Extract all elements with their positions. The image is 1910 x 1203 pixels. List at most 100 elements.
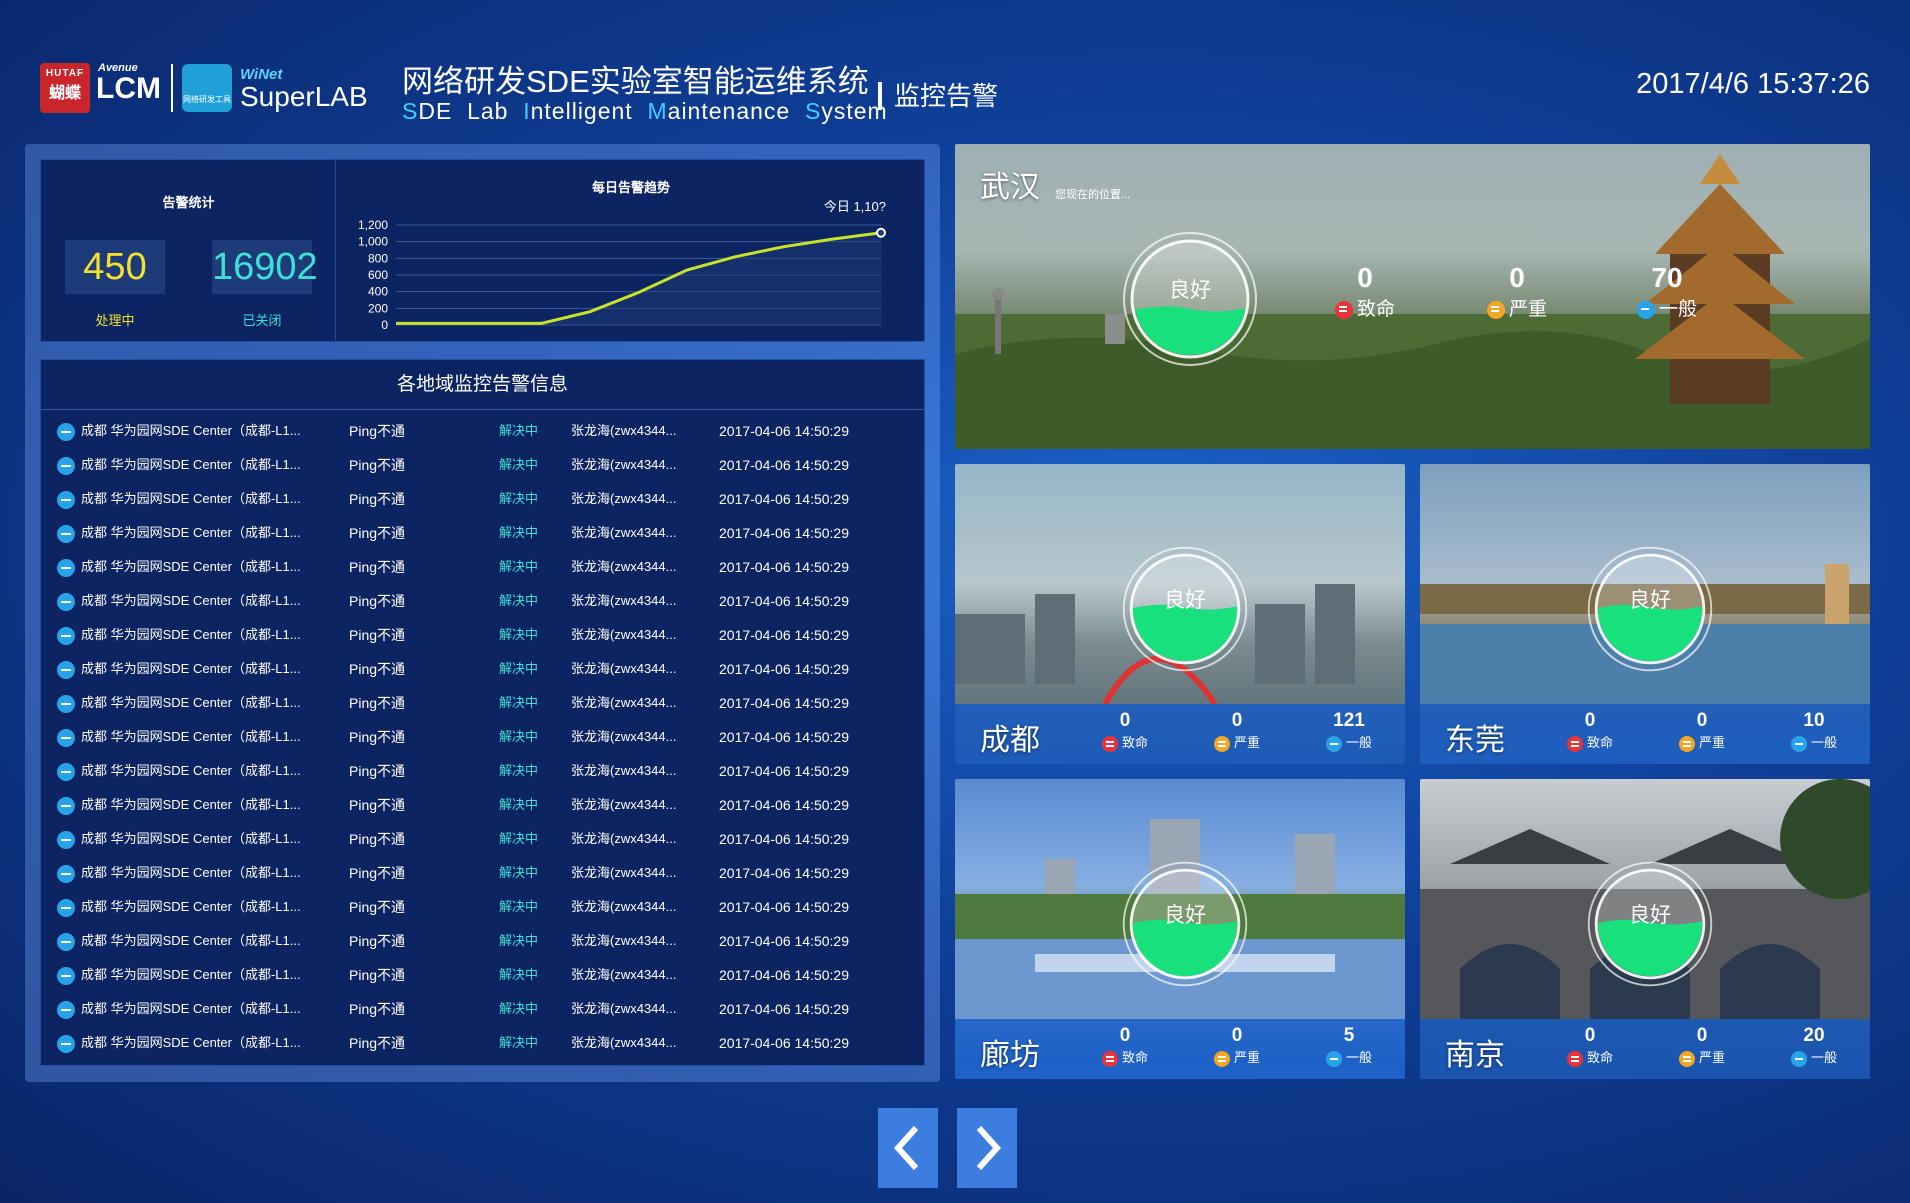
alarm-type: Ping不通 [349,525,406,541]
page-name: 监控告警 [878,82,998,110]
alarm-owner: 张龙海(zwx4344... [571,457,677,472]
serious-stat-nanjing[interactable]: 0 严重 [1672,1025,1732,1067]
health-status-wuhan: 良好 [1169,279,1211,302]
y-tick-label: 1,000 [358,235,388,249]
health-gauge-chengdu: 良好 [1120,544,1250,674]
normal-level-icon [57,491,75,509]
health-gauge-nanjing: 良好 [1585,859,1715,989]
alarm-row[interactable]: 成都 华为园网SDE Center（成都-L1... Ping不通 解决中 张龙海(z… [41,482,924,516]
alarm-row[interactable]: 成都 华为园网SDE Center（成都-L1... Ping不通 解决中 张龙海(z… [41,1026,924,1060]
winet-logo-mark: 网络研发工具 [182,64,232,112]
serious-stat-wuhan[interactable]: 0 严重 [1472,262,1562,321]
alarm-location: 成都 华为园网SDE Center（成都-L1... [81,899,301,914]
next-page-button[interactable] [957,1108,1017,1188]
alarm-row[interactable]: 成都 华为园网SDE Center（成都-L1... Ping不通 解决中 张龙海(z… [41,618,924,652]
normal-level-icon [57,1001,75,1019]
fatal-icon [1566,735,1583,752]
city-card-chengdu[interactable]: 良好 成都 0 致命 0 严重 121 一般 [955,464,1405,764]
alarm-row[interactable]: 成都 华为园网SDE Center（成都-L1... Ping不通 解决中 张龙海(z… [41,720,924,754]
prev-page-button[interactable] [878,1108,938,1188]
stats-bar-chengdu: 成都 0 致命 0 严重 121 一般 [955,704,1405,764]
serious-stat-chengdu[interactable]: 0 严重 [1207,710,1267,752]
fatal-icon [1101,735,1118,752]
normal-stat-nanjing[interactable]: 20 一般 [1784,1025,1844,1067]
processing-count[interactable]: 450 [65,240,165,294]
alarm-type: Ping不通 [349,695,406,711]
alarm-row[interactable]: 成都 华为园网SDE Center（成都-L1... Ping不通 解决中 张龙海(z… [41,890,924,924]
city-name-langfang: 廊坊 [980,1039,1040,1072]
normal-level-icon [57,865,75,883]
alarm-row[interactable]: 成都 华为园网SDE Center（成都-L1... Ping不通 解决中 张龙海(z… [41,822,924,856]
y-tick-label: 600 [368,268,388,282]
fatal-stat-dongguan[interactable]: 0 致命 [1560,710,1620,752]
health-gauge-dongguan: 良好 [1585,544,1715,674]
alarm-location: 成都 华为园网SDE Center（成都-L1... [81,661,301,676]
alarm-time: 2017-04-06 14:50:29 [719,423,849,439]
current-location-hint: 您现在的位置... [1055,189,1131,201]
normal-stat-dongguan[interactable]: 10 一般 [1784,710,1844,752]
alarm-row[interactable]: 成都 华为园网SDE Center（成都-L1... Ping不通 解决中 张龙海(z… [41,652,924,686]
stats-bar-dongguan: 东莞 0 致命 0 严重 10 一般 [1420,704,1870,764]
alarm-owner: 张龙海(zwx4344... [571,661,677,676]
alarm-row[interactable]: 成都 华为园网SDE Center（成都-L1... Ping不通 解决中 张龙海(z… [41,788,924,822]
fatal-stat-chengdu[interactable]: 0 致命 [1095,710,1155,752]
alarm-owner: 张龙海(zwx4344... [571,933,677,948]
alarm-location: 成都 华为园网SDE Center（成都-L1... [81,559,301,574]
alarm-type: Ping不通 [349,865,406,881]
normal-level-icon [57,593,75,611]
latest-point-marker[interactable] [876,227,886,238]
normal-level-icon [57,797,75,815]
alarm-status: 解决中 [499,627,539,642]
alarm-row[interactable]: 成都 华为园网SDE Center（成都-L1... Ping不通 解决中 张龙海(z… [41,686,924,720]
health-status-chengdu: 良好 [1164,589,1206,612]
superlab-logo: WiNet SuperLAB [240,66,368,112]
city-name-chengdu: 成都 [980,724,1040,757]
alarm-row[interactable]: 成都 华为园网SDE Center（成都-L1... Ping不通 解决中 张龙海(z… [41,992,924,1026]
alarm-status: 解决中 [499,967,539,982]
city-card-langfang[interactable]: 良好 廊坊 0 致命 0 严重 5 一般 [955,779,1405,1079]
normal-level-icon [57,661,75,679]
closed-count[interactable]: 16902 [212,240,318,294]
alarm-row[interactable]: 成都 华为园网SDE Center（成都-L1... Ping不通 解决中 张龙海(z… [41,924,924,958]
alarm-location: 成都 华为园网SDE Center（成都-L1... [81,763,301,778]
fatal-stat-langfang[interactable]: 0 致命 [1095,1025,1155,1067]
alarm-time: 2017-04-06 14:50:29 [719,491,849,507]
normal-stat-chengdu[interactable]: 121 一般 [1319,710,1379,752]
alarm-type: Ping不通 [349,831,406,847]
alarm-owner: 张龙海(zwx4344... [571,423,677,438]
alarm-time: 2017-04-06 14:50:29 [719,1001,849,1017]
fatal-icon [1101,1050,1118,1067]
alarm-row[interactable]: 成都 华为园网SDE Center（成都-L1... Ping不通 解决中 张龙海(z… [41,754,924,788]
chevron-right-icon [976,1125,1002,1171]
alarm-status: 解决中 [499,661,539,676]
alarm-location: 成都 华为园网SDE Center（成都-L1... [81,423,301,438]
normal-level-icon [57,1035,75,1053]
alarm-row[interactable]: 成都 华为园网SDE Center（成都-L1... Ping不通 解决中 张龙海(z… [41,856,924,890]
serious-stat-langfang[interactable]: 0 严重 [1207,1025,1267,1067]
normal-stat-wuhan[interactable]: 70 一般 [1622,262,1712,321]
alarm-row[interactable]: 成都 华为园网SDE Center（成都-L1... Ping不通 解决中 张龙海(z… [41,448,924,482]
closed-label: 已关闭 [242,313,282,328]
city-card-dongguan[interactable]: 良好 东莞 0 致命 0 严重 10 一般 [1420,464,1870,764]
serious-stat-dongguan[interactable]: 0 严重 [1672,710,1732,752]
alarm-row[interactable]: 成都 华为园网SDE Center（成都-L1... Ping不通 解决中 张龙海(z… [41,958,924,992]
alarm-row[interactable]: 成都 华为园网SDE Center（成都-L1... Ping不通 解决中 张龙海(z… [41,516,924,550]
alarm-row[interactable]: 成都 华为园网SDE Center（成都-L1... Ping不通 解决中 张龙海(z… [41,414,924,448]
alarm-row[interactable]: 成都 华为园网SDE Center（成都-L1... Ping不通 解决中 张龙海(z… [41,584,924,618]
city-name-wuhan: 武汉 [980,171,1040,204]
normal-stat-langfang[interactable]: 5 一般 [1319,1025,1379,1067]
health-gauge-wuhan: 良好 [1120,229,1260,369]
city-card-nanjing[interactable]: 良好 南京 0 致命 0 严重 20 一般 [1420,779,1870,1079]
alarm-row[interactable]: 成都 华为园网SDE Center（成都-L1... Ping不通 解决中 张龙海(z… [41,550,924,584]
alarm-type: Ping不通 [349,797,406,813]
alarm-type: Ping不通 [349,933,406,949]
alarm-owner: 张龙海(zwx4344... [571,831,677,846]
alarm-type: Ping不通 [349,763,406,779]
alarm-type: Ping不通 [349,661,406,677]
city-card-wuhan[interactable]: 武汉 您现在的位置... 良好 0 致命 0 严重 70 一般 [955,144,1870,449]
fatal-icon [1566,1050,1583,1067]
alarm-location: 成都 华为园网SDE Center（成都-L1... [81,1035,301,1050]
fatal-stat-nanjing[interactable]: 0 致命 [1560,1025,1620,1067]
alarm-time: 2017-04-06 14:50:29 [719,593,849,609]
fatal-stat-wuhan[interactable]: 0 致命 [1320,262,1410,321]
